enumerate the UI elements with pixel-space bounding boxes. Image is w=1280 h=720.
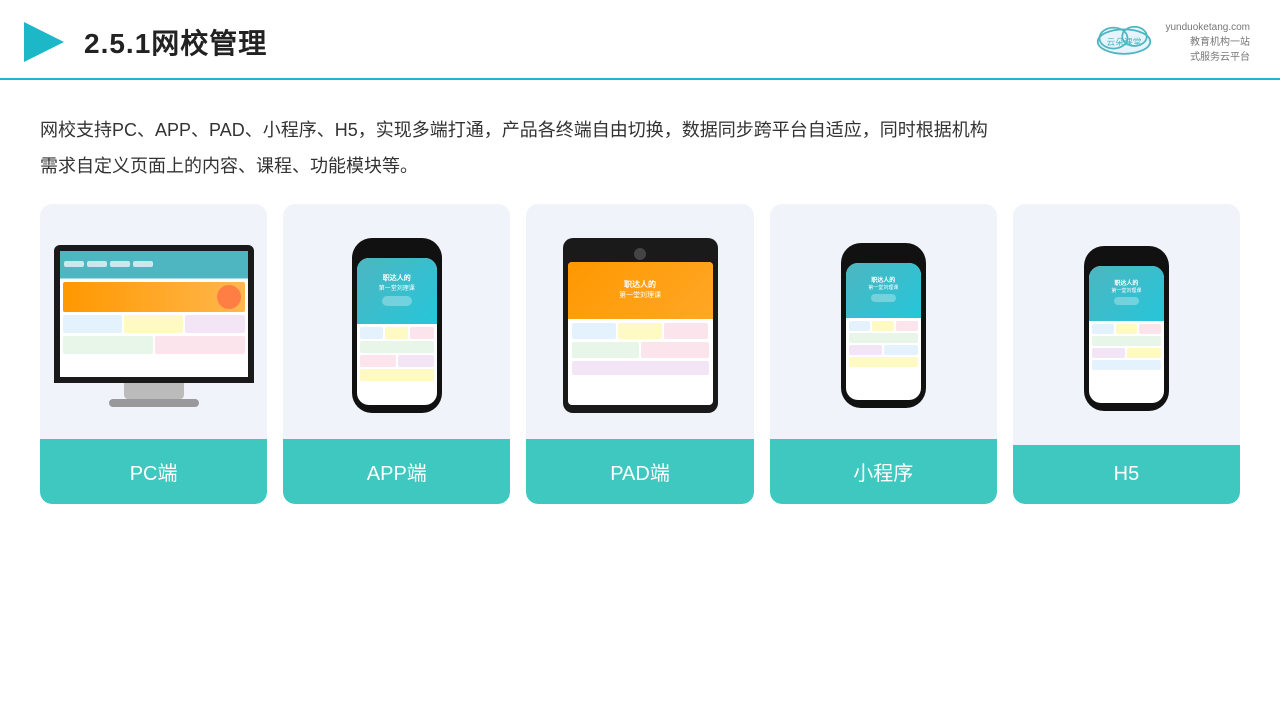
- cards-container: PC端 职达人的 第一堂刘理课: [40, 204, 1240, 504]
- desc-line2: 需求自定义页面上的内容、课程、功能模块等。: [40, 148, 1240, 184]
- phone-mockup-app: 职达人的 第一堂刘理课: [352, 238, 442, 413]
- logo-text: yunduoketang.com 教育机构一站 式服务云平台: [1165, 22, 1250, 63]
- logo-tagline2: 式服务云平台: [1165, 48, 1250, 63]
- card-mini-image: 职达人的 第一堂刘理课: [770, 204, 997, 439]
- monitor-mockup: [54, 245, 254, 407]
- card-pad-label: PAD端: [526, 439, 753, 504]
- description: 网校支持PC、APP、PAD、小程序、H5，实现多端打通，产品各终端自由切换，数…: [40, 112, 1240, 184]
- desc-line1: 网校支持PC、APP、PAD、小程序、H5，实现多端打通，产品各终端自由切换，数…: [40, 112, 1240, 148]
- card-app: 职达人的 第一堂刘理课: [283, 204, 510, 504]
- page-title: 2.5.1网校管理: [84, 22, 267, 62]
- card-pc: PC端: [40, 204, 267, 504]
- card-h5: 职达人的 第一堂刘理课: [1013, 204, 1240, 504]
- card-app-image: 职达人的 第一堂刘理课: [283, 204, 510, 439]
- card-app-label: APP端: [283, 439, 510, 504]
- card-pc-image: [40, 204, 267, 439]
- header-left: 2.5.1网校管理: [20, 18, 267, 66]
- cloud-logo-icon: 云朵课堂: [1089, 22, 1159, 62]
- logo-tagline: 教育机构一站: [1165, 33, 1250, 48]
- logo-area: 云朵课堂 yunduoketang.com 教育机构一站 式服务云平台: [1089, 22, 1250, 63]
- card-pc-label: PC端: [40, 439, 267, 504]
- card-mini: 职达人的 第一堂刘理课: [770, 204, 997, 504]
- svg-text:云朵课堂: 云朵课堂: [1107, 36, 1142, 47]
- card-pad-image: 职达人的 第一堂刘理课: [526, 204, 753, 439]
- card-pad: 职达人的 第一堂刘理课: [526, 204, 753, 504]
- header: 2.5.1网校管理 云朵课堂 yunduoketang.com 教育机构一站 式…: [0, 0, 1280, 80]
- logo-url: yunduoketang.com: [1165, 22, 1250, 33]
- card-h5-image: 职达人的 第一堂刘理课: [1013, 204, 1240, 445]
- tablet-mockup: 职达人的 第一堂刘理课: [563, 238, 718, 413]
- card-mini-label: 小程序: [770, 439, 997, 504]
- phone-mockup-h5: 职达人的 第一堂刘理课: [1084, 246, 1169, 411]
- phone-mockup-mini: 职达人的 第一堂刘理课: [841, 243, 926, 408]
- card-h5-label: H5: [1013, 445, 1240, 504]
- play-icon: [20, 18, 68, 66]
